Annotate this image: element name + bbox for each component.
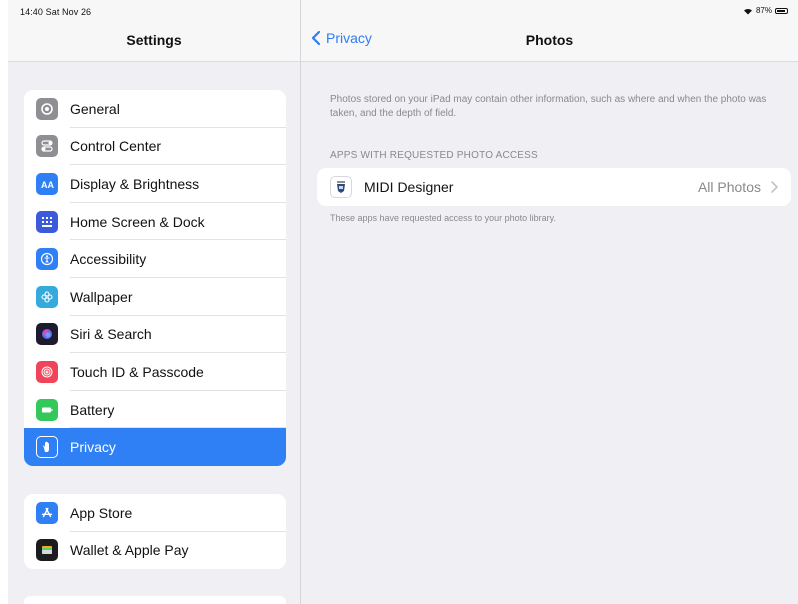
text-size-icon: AA xyxy=(36,172,58,195)
settings-group-main: General Control Center AA Display & Brig… xyxy=(24,90,286,466)
sidebar-item-label: Display & Brightness xyxy=(70,175,200,192)
status-right: 87% xyxy=(743,6,788,15)
sidebar-header: 14:40 Sat Nov 26 Settings xyxy=(8,0,300,62)
fingerprint-icon xyxy=(36,360,58,383)
sidebar-item-label: Home Screen & Dock xyxy=(70,213,205,230)
sidebar-item-display-brightness[interactable]: AA Display & Brightness xyxy=(24,165,286,203)
app-name: MIDI Designer xyxy=(364,179,454,195)
toggles-icon xyxy=(36,135,58,158)
siri-icon xyxy=(36,323,58,346)
sidebar-item-label: Wallpaper xyxy=(70,288,133,305)
sidebar-item-privacy[interactable]: Privacy xyxy=(24,428,286,466)
sidebar-item-label: General xyxy=(70,100,120,117)
settings-group-store: App Store Wallet & Apple Pay xyxy=(24,494,286,570)
wallet-icon xyxy=(36,539,58,562)
sidebar-item-general[interactable]: General xyxy=(24,90,286,128)
sidebar-item-label: Touch ID & Passcode xyxy=(70,363,204,380)
app-row-midi-designer[interactable]: MIDI Designer All Photos xyxy=(317,168,791,206)
gear-icon xyxy=(36,97,58,120)
status-date: Sat Nov 26 xyxy=(45,7,92,17)
sidebar-item-wallpaper[interactable]: Wallpaper xyxy=(24,278,286,316)
sidebar-item-siri-search[interactable]: Siri & Search xyxy=(24,316,286,354)
sidebar-item-control-center[interactable]: Control Center xyxy=(24,128,286,166)
sidebar-item-label: Privacy xyxy=(70,439,116,456)
sidebar-item-label: Siri & Search xyxy=(70,326,152,343)
page-title: Photos xyxy=(525,32,574,48)
sidebar-title: Settings xyxy=(126,32,182,48)
sidebar-item-wallet-apple-pay[interactable]: Wallet & Apple Pay xyxy=(24,532,286,570)
wifi-icon xyxy=(743,8,752,14)
status-battery-icon xyxy=(775,7,788,14)
app-store-icon xyxy=(36,501,58,524)
photos-privacy-detail: 87% Privacy Photos Photos stored on your… xyxy=(301,0,798,604)
sidebar-item-touch-id-passcode[interactable]: Touch ID & Passcode xyxy=(24,353,286,391)
photos-info-text: Photos stored on your iPad may contain o… xyxy=(330,94,767,119)
status-time: 14:40 Sat Nov 26 xyxy=(20,7,91,17)
sidebar-item-label: App Store xyxy=(70,504,133,521)
status-clock: 14:40 xyxy=(20,7,44,17)
chevron-right-icon xyxy=(771,181,778,193)
settings-group-next xyxy=(24,596,286,604)
left-edge xyxy=(0,0,8,604)
sidebar-item-battery[interactable]: Battery xyxy=(24,391,286,429)
svg-text:AA: AA xyxy=(41,180,54,190)
sidebar-item-accessibility[interactable]: Accessibility xyxy=(24,240,286,278)
sidebar-item-label: Accessibility xyxy=(70,251,147,268)
accessibility-icon xyxy=(36,248,58,271)
app-grid-icon xyxy=(36,210,58,233)
photos-footer-text: These apps have requested access to your… xyxy=(330,213,556,223)
sidebar-item-label: Battery xyxy=(70,401,115,418)
midi-designer-icon xyxy=(330,176,352,198)
battery-icon xyxy=(36,398,58,421)
sidebar-item-label: Control Center xyxy=(70,138,162,155)
battery-percent: 87% xyxy=(755,6,772,15)
sidebar-item-app-store[interactable]: App Store xyxy=(24,494,286,532)
detail-header: 87% Privacy Photos xyxy=(301,0,798,62)
sidebar-item-label: Wallet & Apple Pay xyxy=(70,542,189,559)
hand-icon xyxy=(36,436,58,459)
settings-sidebar: 14:40 Sat Nov 26 Settings General Contro… xyxy=(8,0,300,604)
sidebar-item-home-screen-dock[interactable]: Home Screen & Dock xyxy=(24,203,286,241)
flower-icon xyxy=(36,285,58,308)
app-access-value: All Photos xyxy=(697,179,761,195)
section-header: APPS WITH REQUESTED PHOTO ACCESS xyxy=(330,150,538,161)
